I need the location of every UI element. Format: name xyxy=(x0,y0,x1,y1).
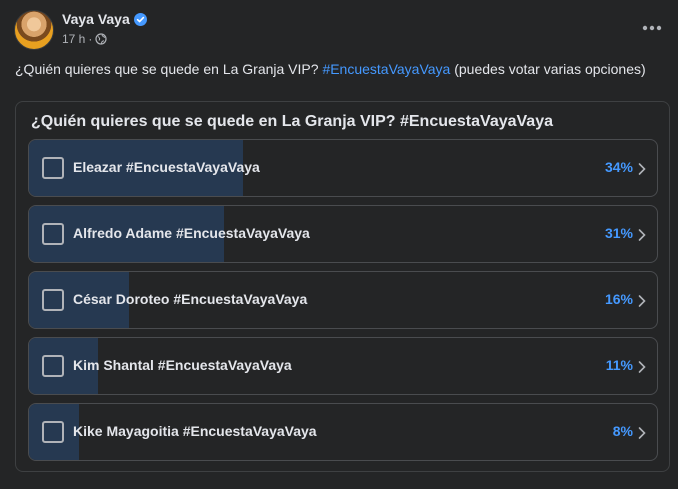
poll-title: ¿Quién quieres que se quede en La Granja… xyxy=(31,113,553,130)
avatar[interactable] xyxy=(14,10,54,50)
author-name[interactable]: Vaya Vaya xyxy=(62,11,130,27)
meta-separator: · xyxy=(88,32,93,46)
poll-option-percent: 8% xyxy=(612,423,633,439)
poll-option-percent: 16% xyxy=(604,291,633,307)
poll-option[interactable]: Alfredo Adame #EncuestaVayaVaya 31% xyxy=(28,205,658,263)
post-hashtag-link[interactable]: #EncuestaVayaVaya xyxy=(322,61,450,77)
verified-badge-icon xyxy=(133,12,147,26)
poll-option[interactable]: César Doroteo #EncuestaVayaVaya 16% xyxy=(28,271,658,329)
more-options-button[interactable] xyxy=(640,16,664,40)
more-horizontal-icon xyxy=(642,25,662,31)
poll-option[interactable]: Eleazar #EncuestaVayaVaya 34% xyxy=(28,139,658,197)
chevron-right-icon[interactable] xyxy=(637,228,647,242)
poll-options: Eleazar #EncuestaVayaVaya 34% Alfredo Ad… xyxy=(28,139,658,469)
poll-card: ¿Quién quieres que se quede en La Granja… xyxy=(15,101,670,472)
post-meta: 17 h · xyxy=(62,31,147,47)
author-block: Vaya Vaya 17 h · xyxy=(62,10,147,47)
post-time[interactable]: 17 h xyxy=(62,32,85,46)
post-header: Vaya Vaya 17 h · xyxy=(14,10,664,50)
poll-option-percent: 34% xyxy=(604,159,633,175)
poll-option-label: Alfredo Adame #EncuestaVayaVaya xyxy=(73,225,310,241)
chevron-right-icon[interactable] xyxy=(637,162,647,176)
poll-option[interactable]: Kim Shantal #EncuestaVayaVaya 11% xyxy=(28,337,658,395)
poll-option-percent: 11% xyxy=(605,357,633,373)
globe-icon[interactable] xyxy=(95,33,107,45)
poll-option-checkbox[interactable] xyxy=(42,355,64,377)
post-text: ¿Quién quieres que se quede en La Granja… xyxy=(15,60,664,78)
chevron-right-icon[interactable] xyxy=(637,294,647,308)
poll-option-label: Kim Shantal #EncuestaVayaVaya xyxy=(73,357,292,373)
chevron-right-icon[interactable] xyxy=(637,360,647,374)
post-text-prefix: ¿Quién quieres que se quede en La Granja… xyxy=(15,61,319,77)
poll-option-label: Kike Mayagoitia #EncuestaVayaVaya xyxy=(73,423,317,439)
poll-option[interactable]: Kike Mayagoitia #EncuestaVayaVaya 8% xyxy=(28,403,658,461)
poll-option-checkbox[interactable] xyxy=(42,157,64,179)
poll-option-label: César Doroteo #EncuestaVayaVaya xyxy=(73,291,308,307)
author-row: Vaya Vaya xyxy=(62,10,147,28)
poll-option-percent: 31% xyxy=(604,225,633,241)
post-text-suffix: (puedes votar varias opciones) xyxy=(454,61,646,77)
poll-option-checkbox[interactable] xyxy=(42,289,64,311)
chevron-right-icon[interactable] xyxy=(637,426,647,440)
poll-option-checkbox[interactable] xyxy=(42,421,64,443)
poll-option-checkbox[interactable] xyxy=(42,223,64,245)
poll-option-label: Eleazar #EncuestaVayaVaya xyxy=(73,159,260,175)
